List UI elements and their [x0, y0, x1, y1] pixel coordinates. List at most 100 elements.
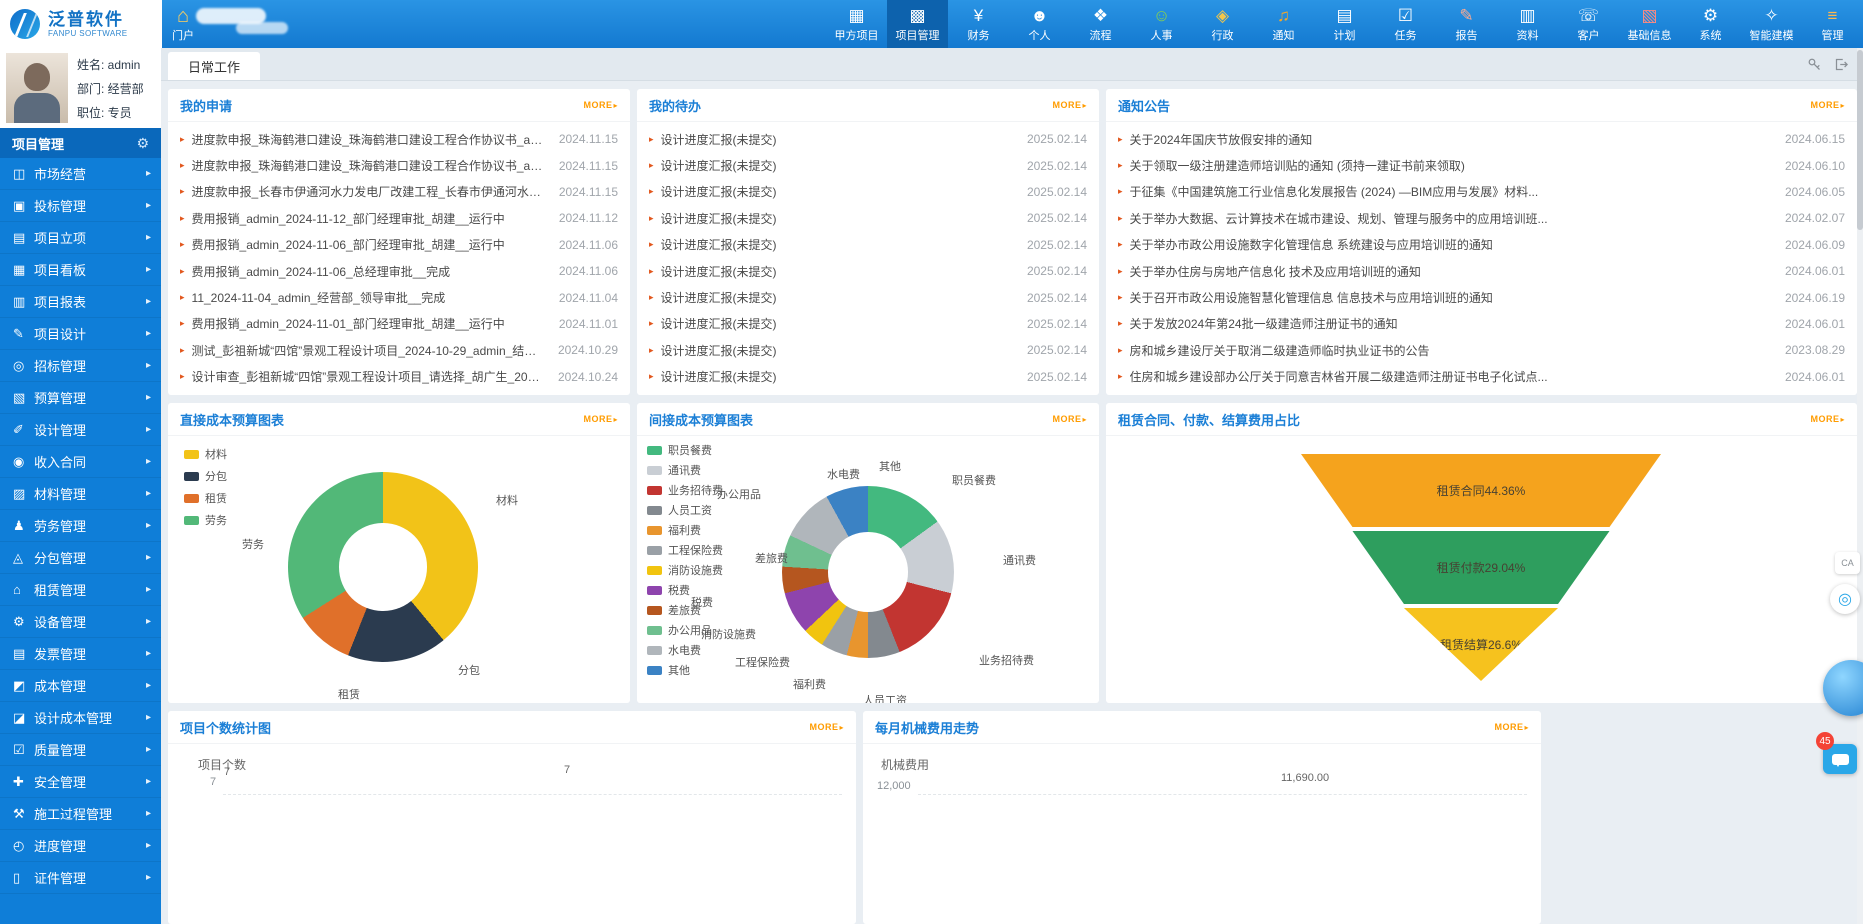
sidebar-item-21[interactable]: ◴进度管理▸: [0, 830, 161, 862]
nav-item-3[interactable]: ☻个人: [1009, 0, 1070, 48]
list-item[interactable]: ▸关于召开市政公用设施智慧化管理信息 信息技术与应用培训班的通知2024.06.…: [1118, 284, 1845, 310]
sidebar-item-4[interactable]: ▥项目报表▸: [0, 286, 161, 318]
list-item[interactable]: ▸设计进度汇报(未提交)2025.02.14: [649, 126, 1087, 152]
sidebar-item-label: 投标管理: [34, 196, 86, 215]
sidebar-item-14[interactable]: ⚙设备管理▸: [0, 606, 161, 638]
list-item[interactable]: ▸设计进度汇报(未提交)2025.02.14: [649, 311, 1087, 337]
sidebar-item-9[interactable]: ◉收入合同▸: [0, 446, 161, 478]
scrollbar-thumb[interactable]: [1857, 50, 1863, 230]
customer-service-chat-button[interactable]: 45: [1823, 744, 1857, 774]
legend-swatch: [647, 466, 662, 475]
list-item[interactable]: ▸于征集《中国建筑施工行业信息化发展报告 (2024) —BIM应用与发展》材料…: [1118, 179, 1845, 205]
list-item[interactable]: ▸进度款申报_珠海鹤港口建设_珠海鹤港口建设工程合作协议书_admin_...2…: [180, 126, 618, 152]
sidebar-item-5[interactable]: ✎项目设计▸: [0, 318, 161, 350]
sidebar-item-15[interactable]: ▤发票管理▸: [0, 638, 161, 670]
nav-item-12[interactable]: ☏客户: [1558, 0, 1619, 48]
list-item[interactable]: ▸费用报销_admin_2024-11-06_总经理审批__完成2024.11.…: [180, 258, 618, 284]
nav-item-10[interactable]: ✎报告: [1436, 0, 1497, 48]
user-avatar: [6, 53, 68, 123]
list-item[interactable]: ▸设计进度汇报(未提交)2025.02.14: [649, 205, 1087, 231]
list-item[interactable]: ▸设计审查_彭祖新城“四馆”景观工程设计项目_请选择_胡广生_2024-10-2…: [180, 364, 618, 390]
more-arrow-icon: ▸: [1840, 415, 1845, 424]
tab-daily-work[interactable]: 日常工作: [168, 52, 260, 80]
list-item[interactable]: ▸设计进度汇报(未提交)2025.02.14: [649, 364, 1087, 390]
list-item[interactable]: ▸费用报销_admin_2024-11-01_部门经理审批_胡建__运行中202…: [180, 311, 618, 337]
list-item[interactable]: ▸设计进度汇报(未提交)2025.02.14: [649, 152, 1087, 178]
sidebar-item-18[interactable]: ☑质量管理▸: [0, 734, 161, 766]
nav-item-14[interactable]: ⚙系统: [1680, 0, 1741, 48]
more-link[interactable]: MORE▸: [1052, 100, 1087, 110]
nav-item-portal[interactable]: ⌂ 门户: [162, 0, 204, 48]
list-item[interactable]: ▸关于举办大数据、云计算技术在城市建设、规划、管理与服务中的应用培训班...20…: [1118, 205, 1845, 231]
bullet-icon: ▸: [649, 318, 654, 329]
nav-item-9[interactable]: ☑任务: [1375, 0, 1436, 48]
scrollbar[interactable]: [1857, 48, 1863, 924]
ca-widget[interactable]: CA: [1835, 552, 1860, 574]
gear-icon[interactable]: ⚙: [136, 135, 149, 152]
nav-item-4[interactable]: ❖流程: [1070, 0, 1131, 48]
list-item[interactable]: ▸11_2024-11-04_admin_经营部_领导审批__完成2024.11…: [180, 284, 618, 310]
nav-item-6[interactable]: ◈行政: [1192, 0, 1253, 48]
list-item[interactable]: ▸住房和城乡建设部办公厅关于同意吉林省开展二级建造师注册证书电子化试点...20…: [1118, 364, 1845, 390]
list-item[interactable]: ▸费用报销_admin_2024-11-06_部门经理审批_胡建__运行中202…: [180, 232, 618, 258]
list-item[interactable]: ▸设计进度汇报(未提交)2025.02.14: [649, 179, 1087, 205]
nav-item-7[interactable]: ♫通知: [1253, 0, 1314, 48]
nav-item-8[interactable]: ▤计划: [1314, 0, 1375, 48]
sidebar-item-0[interactable]: ◫市场经营▸: [0, 158, 161, 190]
sidebar-item-7[interactable]: ▧预算管理▸: [0, 382, 161, 414]
exit-fullscreen-icon[interactable]: [1834, 57, 1849, 72]
nav-item-16[interactable]: ≡管理: [1802, 0, 1863, 48]
more-link[interactable]: MORE▸: [583, 100, 618, 110]
key-icon[interactable]: [1807, 57, 1822, 72]
list-item[interactable]: ▸设计进度汇报(未提交)2025.02.14: [649, 232, 1087, 258]
more-link[interactable]: MORE▸: [1494, 722, 1529, 732]
bullet-icon: ▸: [1118, 134, 1123, 145]
list-item-text: 关于领取一级注册建造师培训贴的通知 (须持一建证书前来领取): [1130, 157, 1773, 174]
list-item-text: 设计进度汇报(未提交): [661, 289, 1015, 306]
sidebar-item-6[interactable]: ◎招标管理▸: [0, 350, 161, 382]
sidebar-item-19[interactable]: ✚安全管理▸: [0, 766, 161, 798]
more-link[interactable]: MORE▸: [1052, 414, 1087, 424]
sidebar-item-10[interactable]: ▨材料管理▸: [0, 478, 161, 510]
list-item[interactable]: ▸费用报销_admin_2024-11-12_部门经理审批_胡建__运行中202…: [180, 205, 618, 231]
list-item[interactable]: ▸进度款申报_珠海鹤港口建设_珠海鹤港口建设工程合作协议书_admin_...2…: [180, 152, 618, 178]
more-link[interactable]: MORE▸: [1810, 414, 1845, 424]
list-item[interactable]: ▸关于2024年国庆节放假安排的通知2024.06.15: [1118, 126, 1845, 152]
nav-item-13[interactable]: ▧基础信息: [1619, 0, 1680, 48]
sidebar-item-12[interactable]: ◬分包管理▸: [0, 542, 161, 574]
list-item[interactable]: ▸进度款申报_长春市伊通河水力发电厂改建工程_长春市伊通河水力发电...2024…: [180, 179, 618, 205]
more-link[interactable]: MORE▸: [809, 722, 844, 732]
sidebar-item-1[interactable]: ▣投标管理▸: [0, 190, 161, 222]
sidebar-item-22[interactable]: ▯证件管理▸: [0, 862, 161, 894]
sidebar-item-3[interactable]: ▦项目看板▸: [0, 254, 161, 286]
more-link[interactable]: MORE▸: [1810, 100, 1845, 110]
sidebar-item-17[interactable]: ◪设计成本管理▸: [0, 702, 161, 734]
nav-item-11[interactable]: ▥资料: [1497, 0, 1558, 48]
list-item[interactable]: ▸关于举办市政公用设施数字化管理信息 系统建设与应用培训班的通知2024.06.…: [1118, 232, 1845, 258]
list-item[interactable]: ▸设计进度汇报(未提交)2025.02.14: [649, 258, 1087, 284]
chevron-right-icon: ▸: [146, 360, 151, 371]
list-item[interactable]: ▸测试_彭祖新城“四馆”景观工程设计项目_2024-10-29_admin_结束…: [180, 337, 618, 363]
sidebar-item-16[interactable]: ◩成本管理▸: [0, 670, 161, 702]
list-item[interactable]: ▸设计进度汇报(未提交)2025.02.14: [649, 284, 1087, 310]
sidebar-item-13[interactable]: ⌂租赁管理▸: [0, 574, 161, 606]
list-item[interactable]: ▸关于举办住房与房地产信息化 技术及应用培训班的通知2024.06.01: [1118, 258, 1845, 284]
panel-title: 通知公告: [1118, 96, 1170, 115]
nav-item-1[interactable]: ▩项目管理: [887, 0, 948, 48]
list-item[interactable]: ▸关于领取一级注册建造师培训贴的通知 (须持一建证书前来领取)2024.06.1…: [1118, 152, 1845, 178]
list-item[interactable]: ▸房和城乡建设厅关于取消二级建造师临时执业证书的公告2023.08.29: [1118, 337, 1845, 363]
list-item[interactable]: ▸设计进度汇报(未提交)2025.02.14: [649, 337, 1087, 363]
sidebar-item-11[interactable]: ♟劳务管理▸: [0, 510, 161, 542]
more-link[interactable]: MORE▸: [583, 414, 618, 424]
list-item[interactable]: ▸关于发放2024年第24批一级建造师注册证书的通知2024.06.01: [1118, 311, 1845, 337]
sidebar-item-2[interactable]: ▤项目立项▸: [0, 222, 161, 254]
chevron-right-icon: ▸: [146, 264, 151, 275]
nav-item-5[interactable]: ☺人事: [1131, 0, 1192, 48]
list-item-date: 2024.11.06: [559, 264, 618, 278]
sidebar-item-8[interactable]: ✐设计管理▸: [0, 414, 161, 446]
online-service-widget[interactable]: ◎: [1830, 584, 1860, 614]
nav-item-0[interactable]: ▦甲方项目: [826, 0, 887, 48]
nav-item-2[interactable]: ¥财务: [948, 0, 1009, 48]
nav-item-15[interactable]: ✧智能建模: [1741, 0, 1802, 48]
sidebar-item-20[interactable]: ⚒施工过程管理▸: [0, 798, 161, 830]
